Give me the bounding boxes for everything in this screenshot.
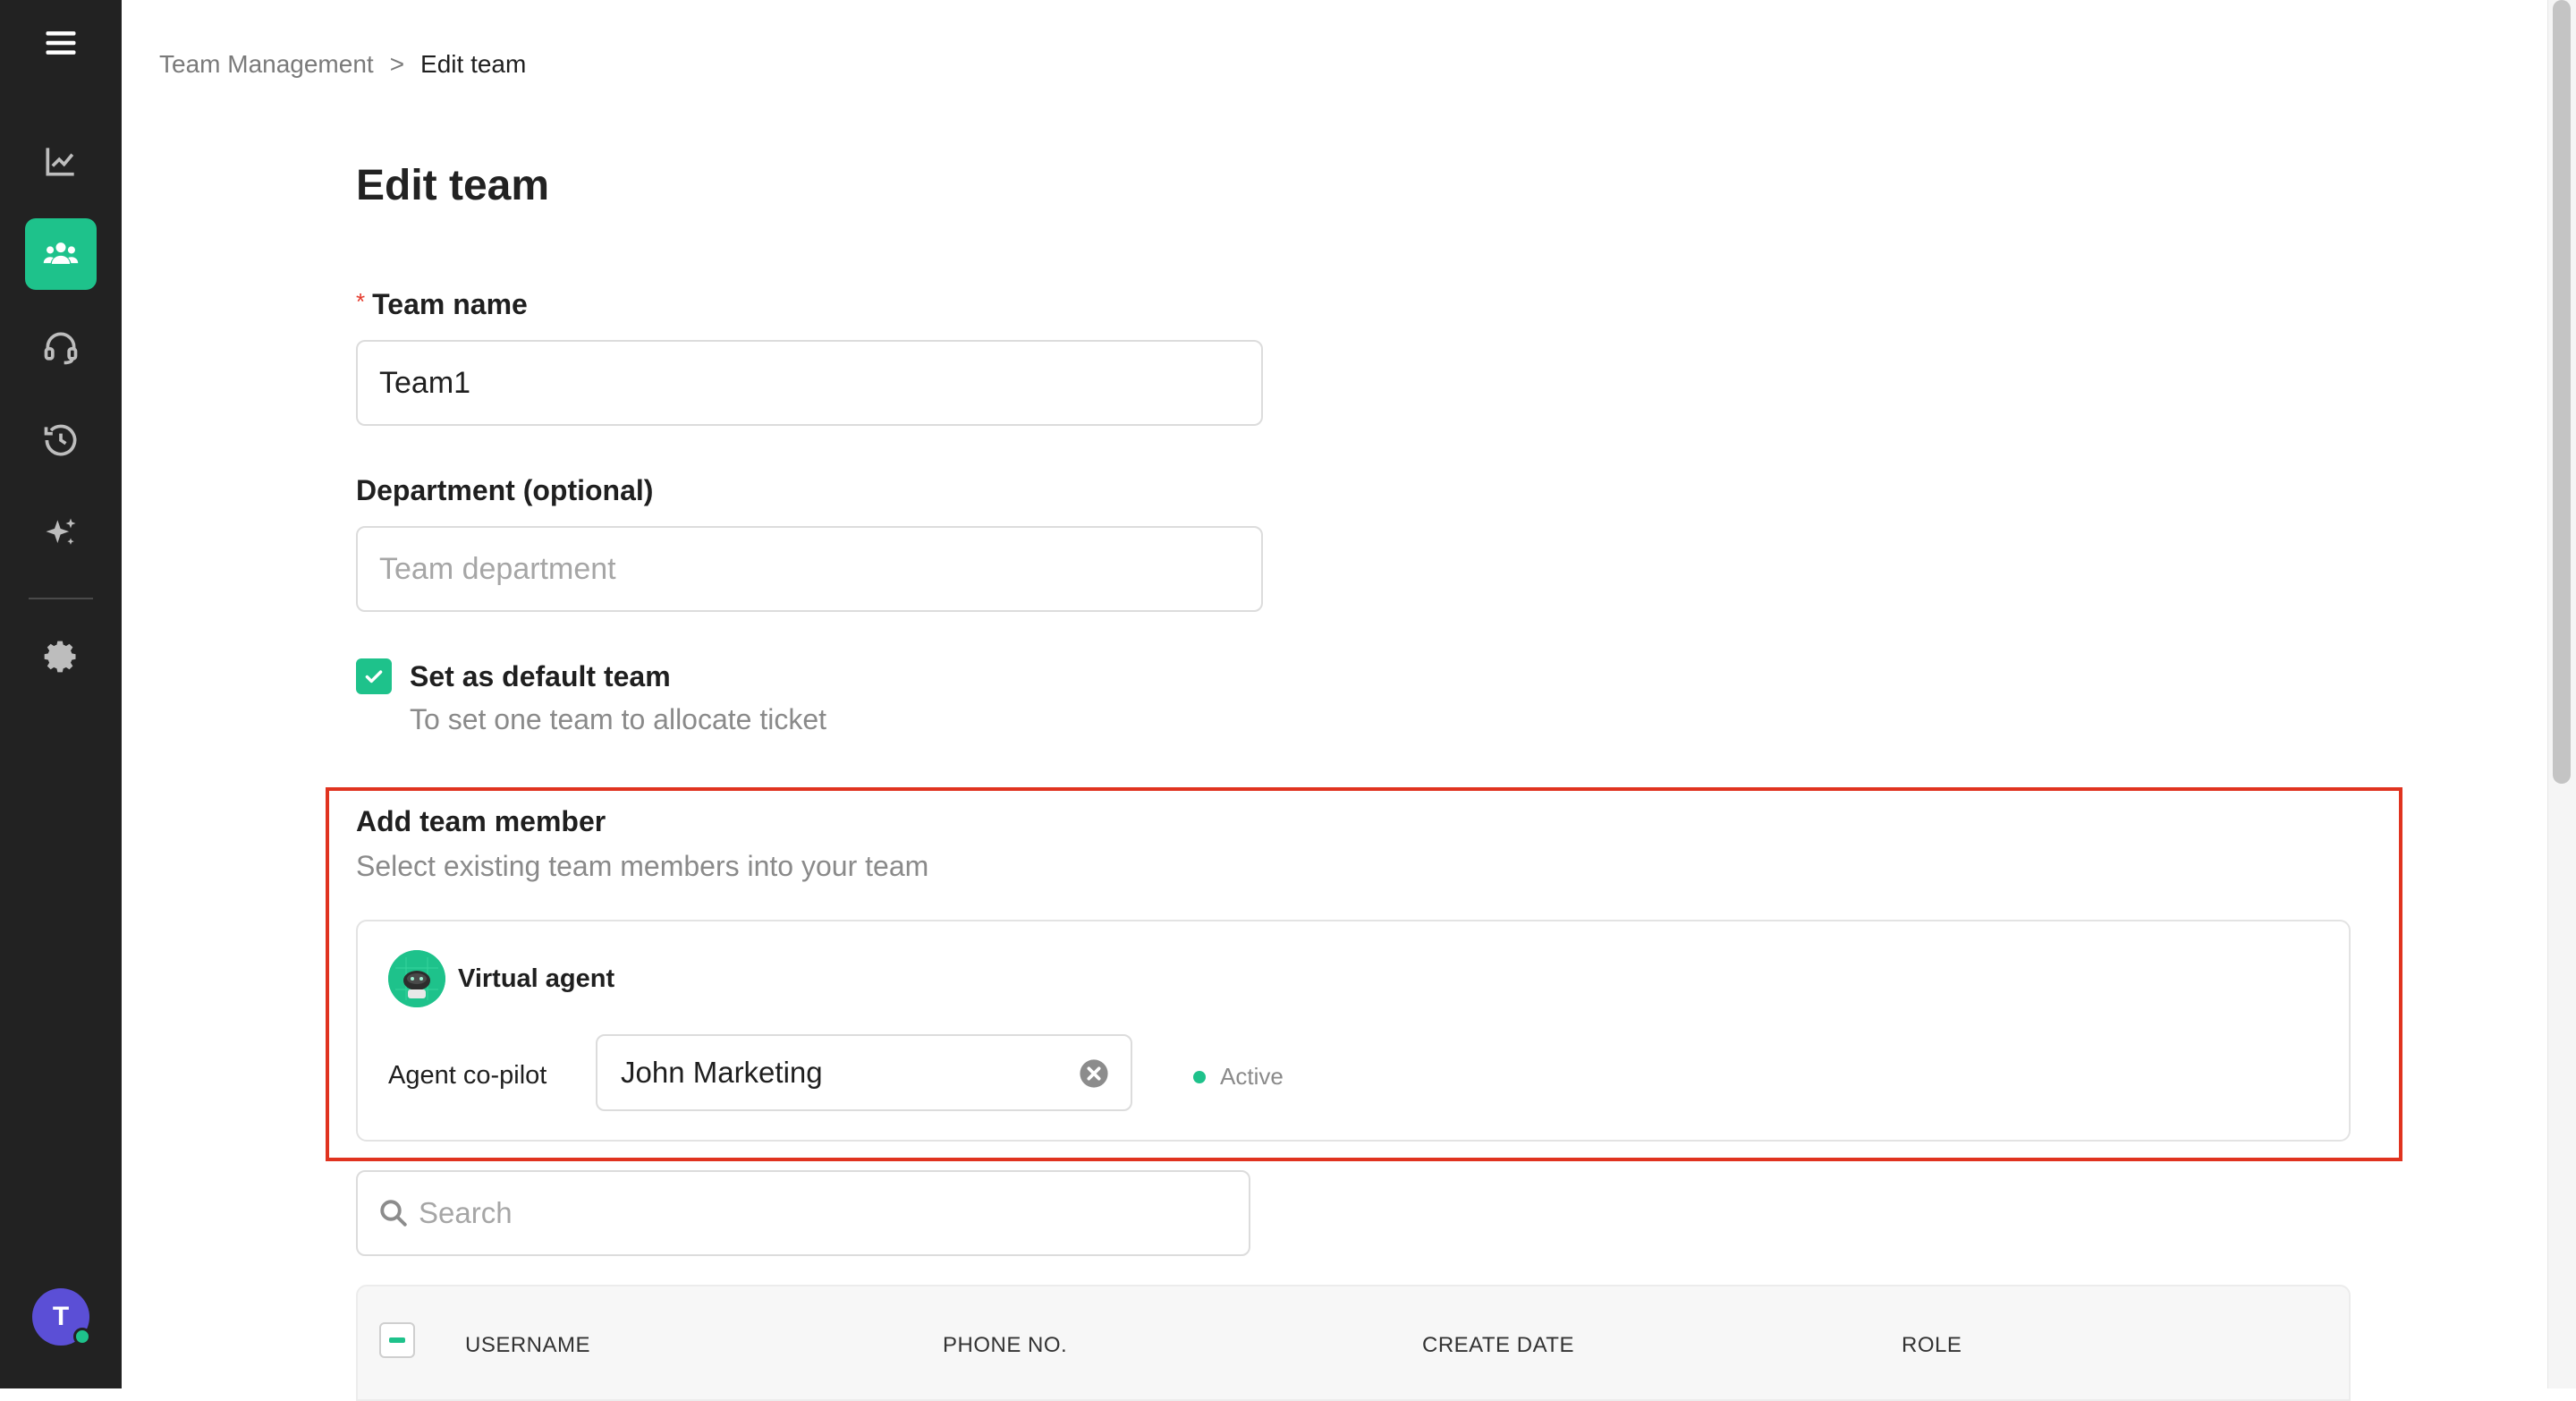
breadcrumb: Team Management > Edit team <box>159 50 526 79</box>
menu-button[interactable] <box>25 7 97 79</box>
sidebar-item-ai[interactable] <box>25 497 97 569</box>
default-team-label: Set as default team <box>410 660 671 692</box>
chart-line-icon <box>46 148 74 176</box>
online-status-dot <box>73 1328 91 1346</box>
scrollbar[interactable] <box>2547 0 2576 1388</box>
column-role[interactable]: ROLE <box>1902 1333 1962 1358</box>
copilot-label: Agent co-pilot <box>388 1061 547 1090</box>
user-avatar[interactable]: T <box>32 1288 91 1346</box>
indeterminate-mark <box>389 1337 405 1343</box>
sidebar-item-team[interactable] <box>25 218 97 290</box>
status-text: Active <box>1220 1063 1284 1090</box>
main-content: Team Management > Edit team Edit team * T… <box>122 0 2547 1401</box>
breadcrumb-team-management[interactable]: Team Management <box>159 50 374 79</box>
select-all-checkbox[interactable] <box>379 1322 415 1358</box>
sidebar-item-support[interactable] <box>25 311 97 383</box>
virtual-agent-name: Virtual agent <box>458 964 615 993</box>
team-name-input[interactable]: Team1 <box>356 340 1263 426</box>
page-title: Edit team <box>356 162 550 209</box>
search-icon <box>380 1200 407 1227</box>
headset-icon <box>44 332 78 365</box>
members-table-header: USERNAME PHONE NO. CREATE DATE ROLE <box>356 1285 2351 1401</box>
search-input[interactable]: Search <box>356 1170 1250 1256</box>
gear-icon <box>44 641 76 673</box>
add-member-subtitle: Select existing team members into your t… <box>356 850 929 882</box>
sidebar: T <box>0 0 122 1388</box>
avatar-initial: T <box>52 1302 70 1331</box>
checkmark-icon <box>365 670 383 684</box>
team-name-label: * Team name <box>356 288 528 321</box>
column-username[interactable]: USERNAME <box>465 1333 590 1358</box>
sidebar-divider <box>29 598 93 599</box>
status-dot <box>1193 1070 1206 1083</box>
copilot-value: John Marketing <box>621 1056 823 1089</box>
column-create-date[interactable]: CREATE DATE <box>1422 1333 1574 1358</box>
robot-avatar-icon <box>388 950 445 1007</box>
scrollbar-thumb[interactable] <box>2553 0 2571 784</box>
default-team-help: To set one team to allocate ticket <box>410 703 827 735</box>
department-input[interactable]: Team department <box>356 526 1263 612</box>
sidebar-item-analytics[interactable] <box>25 125 97 197</box>
team-name-label-text: Team name <box>372 288 528 320</box>
breadcrumb-current: Edit team <box>420 50 527 78</box>
status-badge: Active <box>1193 1063 1284 1091</box>
default-team-checkbox[interactable] <box>356 658 392 694</box>
required-mark: * <box>356 288 366 315</box>
sidebar-item-history[interactable] <box>25 404 97 476</box>
search-placeholder: Search <box>419 1196 513 1229</box>
breadcrumb-separator: > <box>389 50 405 78</box>
users-icon <box>43 242 79 264</box>
copilot-select[interactable]: John Marketing <box>596 1034 1132 1111</box>
column-phone[interactable]: PHONE NO. <box>943 1333 1067 1358</box>
hamburger-icon <box>46 31 76 55</box>
sparkles-icon <box>46 518 76 545</box>
department-label: Department (optional) <box>356 474 654 506</box>
add-member-title: Add team member <box>356 805 606 837</box>
history-icon <box>44 424 77 456</box>
virtual-agent-card: Virtual agent Agent co-pilot John Market… <box>356 920 2351 1142</box>
sidebar-item-settings[interactable] <box>25 621 97 692</box>
clear-icon[interactable] <box>1079 1058 1109 1089</box>
